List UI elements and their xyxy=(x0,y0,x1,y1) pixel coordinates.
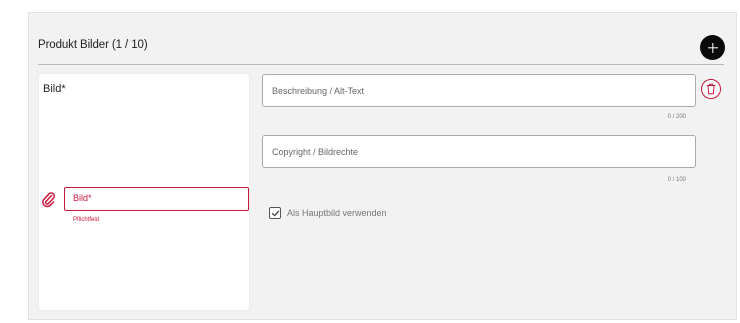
required-error-text: Pflichtfeld xyxy=(73,217,100,223)
checkmark-icon xyxy=(271,210,280,217)
image-card-title: Bild* xyxy=(43,83,66,95)
description-input[interactable] xyxy=(263,75,695,106)
description-field[interactable] xyxy=(262,74,696,107)
image-upload-card: Bild* Bild* Pflichtfeld xyxy=(39,74,249,310)
image-file-field[interactable]: Bild* xyxy=(64,187,249,211)
panel-title: Produkt Bilder (1 / 10) xyxy=(38,39,148,51)
trash-icon xyxy=(706,83,716,95)
add-image-button[interactable] xyxy=(700,35,725,60)
product-images-panel: Produkt Bilder (1 / 10) Bild* Bild* Pfli… xyxy=(28,12,737,320)
main-image-checkbox[interactable] xyxy=(269,207,281,219)
description-char-counter: 0 / 200 xyxy=(667,114,686,120)
image-field-label: Bild* xyxy=(73,193,92,203)
copyright-field[interactable] xyxy=(262,135,696,168)
copyright-input[interactable] xyxy=(263,136,695,167)
copyright-char-counter: 0 / 100 xyxy=(667,177,686,183)
paperclip-icon[interactable] xyxy=(41,190,55,208)
delete-image-button[interactable] xyxy=(701,79,721,99)
main-image-checkbox-label: Als Hauptbild verwenden xyxy=(287,208,387,218)
divider xyxy=(38,64,724,65)
